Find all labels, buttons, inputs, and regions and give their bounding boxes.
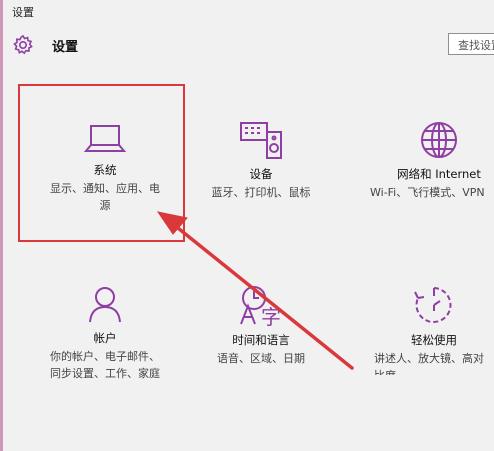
annotation-arrow-icon [156,211,354,370]
